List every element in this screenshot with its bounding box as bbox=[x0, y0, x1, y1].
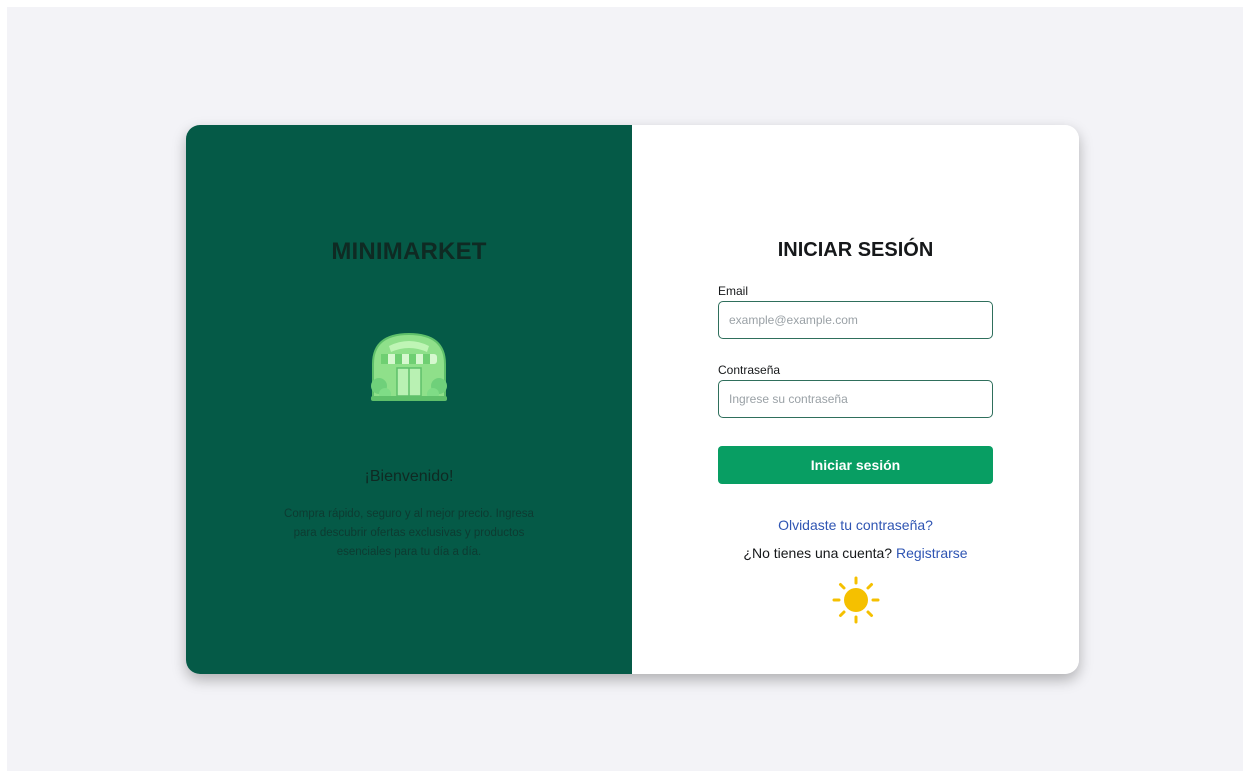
signup-link[interactable]: Registrarse bbox=[896, 545, 968, 561]
email-label: Email bbox=[718, 284, 749, 298]
login-title: INICIAR SESIÓN bbox=[777, 239, 934, 261]
login-button[interactable]: Iniciar sesión bbox=[718, 446, 993, 484]
password-label: Contraseña bbox=[718, 363, 781, 377]
login-card: MINIMARKET ¡Bienvenido! Compra rápido, s… bbox=[186, 125, 1079, 674]
forgot-password-link[interactable]: Olvidaste tu contraseña? bbox=[632, 517, 1079, 533]
welcome-panel: MINIMARKET ¡Bienvenido! Compra rápido, s… bbox=[186, 125, 632, 674]
signup-prompt: ¿No tienes una cuenta? bbox=[743, 545, 893, 561]
sun-icon[interactable] bbox=[831, 575, 881, 625]
signup-row: ¿No tienes una cuenta? Registrarse bbox=[632, 545, 1079, 561]
brand-title: MINIMARKET bbox=[331, 238, 487, 265]
login-panel: INICIAR SESIÓN Email Contraseña Iniciar … bbox=[632, 125, 1079, 674]
welcome-heading: ¡Bienvenido! bbox=[364, 468, 454, 485]
email-input[interactable] bbox=[718, 301, 993, 339]
password-input[interactable] bbox=[718, 380, 993, 418]
page-background: MINIMARKET ¡Bienvenido! Compra rápido, s… bbox=[7, 7, 1243, 771]
store-icon bbox=[367, 328, 451, 404]
welcome-description: Compra rápido, seguro y al mejor precio.… bbox=[284, 508, 534, 558]
